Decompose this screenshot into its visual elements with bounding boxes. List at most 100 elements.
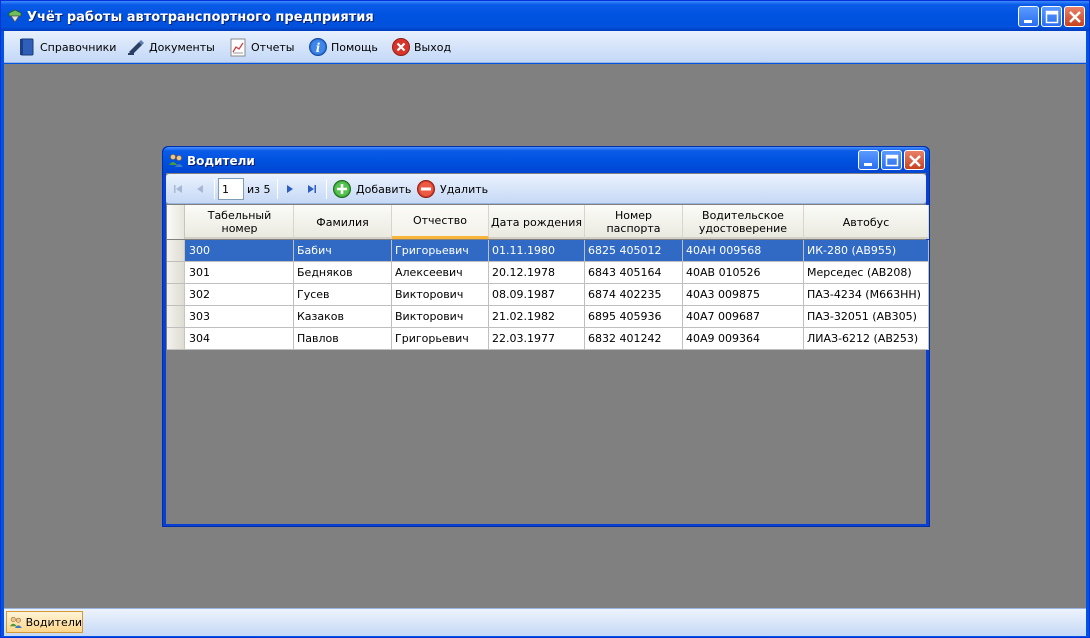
maximize-icon xyxy=(885,154,899,167)
table-cell[interactable]: 22.03.1977 xyxy=(489,328,585,349)
table-cell[interactable]: 40А9 009364 xyxy=(683,328,804,349)
maximize-icon xyxy=(1045,10,1059,24)
table-cell[interactable]: 21.02.1982 xyxy=(489,306,585,327)
table-cell[interactable]: Мерседес (АВ208) xyxy=(804,262,929,283)
column-header-birth-date[interactable]: Дата рождения xyxy=(489,205,585,239)
row-header[interactable] xyxy=(167,262,185,283)
navigator-separator xyxy=(277,179,278,199)
row-header[interactable] xyxy=(167,240,185,261)
column-header-driver-license[interactable]: Водительское удостоверение xyxy=(683,205,804,239)
drivers-titlebar[interactable]: Водители xyxy=(163,147,929,173)
previous-record-icon[interactable] xyxy=(192,181,208,197)
taskbar-drivers-button[interactable]: Водители xyxy=(6,611,83,633)
position-input[interactable] xyxy=(218,178,244,200)
drivers-grid[interactable]: Табельный номер Фамилия Отчество Дата ро… xyxy=(167,205,929,350)
binding-navigator: из 5 Добавить xyxy=(166,174,926,204)
table-cell[interactable]: Викторович xyxy=(392,306,489,327)
table-cell[interactable]: Бабич xyxy=(294,240,392,261)
table-cell[interactable]: Алексеевич xyxy=(392,262,489,283)
navigator-separator xyxy=(326,179,327,199)
table-cell[interactable]: 6843 405164 xyxy=(585,262,683,283)
table-cell[interactable]: Бедняков xyxy=(294,262,392,283)
table-row[interactable]: 304 Павлов Григорьевич 22.03.1977 6832 4… xyxy=(167,328,929,350)
minimize-button[interactable] xyxy=(1018,6,1039,27)
table-row[interactable]: 302 Гусев Викторович 08.09.1987 6874 402… xyxy=(167,284,929,306)
table-cell[interactable]: ПАЗ-4234 (М663НН) xyxy=(804,284,929,305)
mdi-window-bar: Водители xyxy=(4,608,1086,636)
menu-help[interactable]: i Помощь xyxy=(308,35,378,59)
column-header-bus[interactable]: Автобус xyxy=(804,205,929,239)
maximize-button[interactable] xyxy=(1041,6,1062,27)
drivers-window-title: Водители xyxy=(187,154,255,168)
navigator-separator xyxy=(214,179,215,199)
row-header[interactable] xyxy=(167,328,185,349)
minimize-icon xyxy=(864,163,872,166)
column-header-last-name[interactable]: Фамилия xyxy=(294,205,392,239)
table-cell[interactable]: 20.12.1978 xyxy=(489,262,585,283)
add-button-label: Добавить xyxy=(356,182,412,196)
table-row[interactable]: 301 Бедняков Алексеевич 20.12.1978 6843 … xyxy=(167,262,929,284)
menu-documents-label: Документы xyxy=(149,40,215,54)
first-record-icon[interactable] xyxy=(170,181,186,197)
table-cell[interactable]: 01.11.1980 xyxy=(489,240,585,261)
table-cell[interactable]: Викторович xyxy=(392,284,489,305)
table-cell[interactable]: Казаков xyxy=(294,306,392,327)
drivers-users-icon xyxy=(169,154,183,167)
menu-reports-label: Отчеты xyxy=(251,40,295,54)
next-record-icon[interactable] xyxy=(282,181,298,197)
table-cell[interactable]: 300 xyxy=(186,240,294,261)
menu-directories[interactable]: Справочники xyxy=(17,35,116,59)
column-header-personnel-number[interactable]: Табельный номер xyxy=(186,205,294,239)
table-cell[interactable]: ПАЗ-32051 (АВ305) xyxy=(804,306,929,327)
row-header[interactable] xyxy=(167,306,185,327)
column-header-patronymic[interactable]: Отчество xyxy=(392,205,489,239)
menu-documents[interactable]: Документы xyxy=(126,35,215,59)
table-cell[interactable]: 40АВ 010526 xyxy=(683,262,804,283)
car-app-icon xyxy=(8,9,22,23)
menu-reports[interactable]: Отчеты xyxy=(228,35,294,59)
table-row[interactable]: 300 Бабич Григорьевич 01.11.1980 6825 40… xyxy=(167,240,929,262)
table-cell[interactable]: 6895 405936 xyxy=(585,306,683,327)
table-cell[interactable]: ЛИАЗ-6212 (АВ253) xyxy=(804,328,929,349)
delete-icon xyxy=(417,180,435,198)
table-cell[interactable]: 6832 401242 xyxy=(585,328,683,349)
delete-button[interactable]: Удалить xyxy=(416,178,488,200)
row-header[interactable] xyxy=(167,284,185,305)
table-cell[interactable]: 6874 402235 xyxy=(585,284,683,305)
child-maximize-button[interactable] xyxy=(881,150,902,170)
report-chart-icon xyxy=(230,38,246,57)
child-minimize-button[interactable] xyxy=(858,150,879,170)
delete-button-label: Удалить xyxy=(440,182,489,196)
table-row[interactable]: 303 Казаков Викторович 21.02.1982 6895 4… xyxy=(167,306,929,328)
child-close-button[interactable] xyxy=(904,150,925,170)
table-cell[interactable]: 40АН 009568 xyxy=(683,240,804,261)
last-record-icon[interactable] xyxy=(304,181,320,197)
table-cell[interactable]: 301 xyxy=(186,262,294,283)
table-cell[interactable]: ИК-280 (АВ955) xyxy=(804,240,929,261)
table-cell[interactable]: Павлов xyxy=(294,328,392,349)
table-cell[interactable]: 6825 405012 xyxy=(585,240,683,261)
main-titlebar[interactable]: Учёт работы автотранспортного предприяти… xyxy=(1,1,1089,31)
table-cell[interactable]: 303 xyxy=(186,306,294,327)
table-cell[interactable]: 40А7 009687 xyxy=(683,306,804,327)
table-cell[interactable]: Григорьевич xyxy=(392,328,489,349)
table-cell[interactable]: Григорьевич xyxy=(392,240,489,261)
add-button[interactable]: Добавить xyxy=(332,178,411,200)
close-icon xyxy=(1069,11,1081,23)
table-cell[interactable]: 40А3 009875 xyxy=(683,284,804,305)
close-button[interactable] xyxy=(1064,6,1085,27)
book-icon xyxy=(20,38,34,56)
table-cell[interactable]: 304 xyxy=(186,328,294,349)
grid-header: Табельный номер Фамилия Отчество Дата ро… xyxy=(167,205,929,239)
menu-directories-label: Справочники xyxy=(40,40,117,54)
main-window: Учёт работы автотранспортного предприяти… xyxy=(0,0,1090,638)
count-label: из 5 xyxy=(247,183,271,196)
close-icon xyxy=(909,155,921,167)
drivers-users-icon xyxy=(9,616,22,628)
taskbar-drivers-label: Водители xyxy=(25,615,82,629)
column-header-passport-number[interactable]: Номер паспорта xyxy=(585,205,683,239)
menu-exit[interactable]: Выход xyxy=(391,35,451,59)
table-cell[interactable]: 08.09.1987 xyxy=(489,284,585,305)
table-cell[interactable]: 302 xyxy=(186,284,294,305)
table-cell[interactable]: Гусев xyxy=(294,284,392,305)
